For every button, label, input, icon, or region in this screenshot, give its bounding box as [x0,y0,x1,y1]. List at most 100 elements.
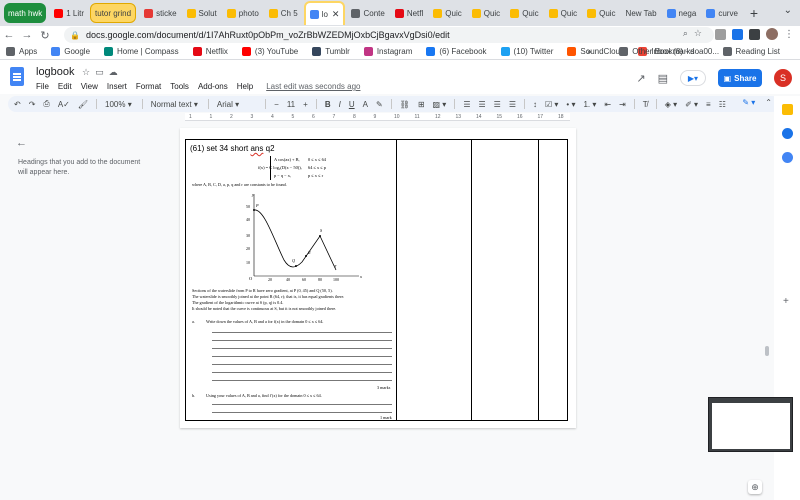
numbered-list-icon[interactable]: 1. ▾ [583,100,596,109]
calendar-icon[interactable] [782,152,793,163]
cloud-status-icon[interactable]: ☁ [109,67,123,77]
border-dash-icon[interactable]: ☷ [719,100,726,109]
back-icon[interactable]: ← [0,29,18,41]
share-button[interactable]: ▣ Share [718,69,762,87]
move-folder-icon[interactable]: ▭ [95,67,109,77]
table-column-divider[interactable] [396,140,397,420]
menu-addons[interactable]: Add-ons [198,82,228,91]
comment-icon[interactable]: ⊞ [418,100,425,109]
activity-trend-icon[interactable]: ↗ [636,72,645,85]
document-table[interactable]: (61) set 34 short ans q2 A cos(ax) + B, 0… [185,139,568,421]
reading-list[interactable]: Reading List [722,47,780,56]
menu-file[interactable]: File [36,82,49,91]
extension-icon[interactable] [715,28,726,40]
puzzle-icon[interactable] [749,28,760,40]
tab-group-label[interactable]: math hwk [4,3,47,23]
forward-icon[interactable]: → [18,29,36,41]
browser-tab[interactable]: curve [702,3,742,23]
align-right-icon[interactable]: ☰ [494,100,501,109]
browser-tab[interactable]: nega [663,3,701,23]
close-tab-icon[interactable]: ✕ [332,9,340,20]
browser-tab[interactable]: Quic [583,3,619,23]
cell-fill-icon[interactable]: ◈ ▾ [665,100,677,109]
profile-avatar[interactable] [766,28,778,40]
image-icon[interactable]: ▨ ▾ [433,100,447,109]
border-width-icon[interactable]: ≡ [706,100,711,109]
menu-format[interactable]: Format [136,82,161,91]
menu-tools[interactable]: Tools [170,82,189,91]
zoom-select[interactable]: 100% ▾ [105,100,132,109]
menu-view[interactable]: View [81,82,98,91]
bookmark-item[interactable]: Google [51,47,90,56]
line-spacing-icon[interactable]: ↕ [533,100,537,109]
meet-button[interactable]: ▶▾ [680,70,706,86]
underline-button[interactable]: U [349,100,355,109]
explore-button[interactable]: ⊕ [748,480,762,494]
font-size-decrease-icon[interactable]: − [274,100,279,109]
clear-formatting-icon[interactable]: T̸ [643,100,648,109]
browser-tab[interactable]: photo [223,3,263,23]
bookmark-item[interactable]: Tumblr [312,47,350,56]
tab-group-label[interactable]: tutor grind [90,3,137,23]
question-image[interactable]: A cos(ax) + B, 0 ≤ x ≤ 64 f(x) = C log₂(D… [192,156,394,420]
browser-tab[interactable]: Quic [506,3,542,23]
reload-icon[interactable]: ↻ [36,29,54,42]
more-vert-icon[interactable]: ⋮ [784,29,794,40]
document-title[interactable]: logbook [36,66,75,78]
bookmark-item[interactable]: Netflix [192,47,228,56]
comment-history-icon[interactable]: ▤ [658,72,668,85]
spellcheck-icon[interactable]: A✓ [58,100,70,109]
checklist-icon[interactable]: ☑ ▾ [545,100,558,109]
bookmarks-overflow[interactable]: » [587,47,591,56]
bookmark-star-icon[interactable]: ☆ [694,28,708,38]
browser-tab[interactable]: Ch 5 [265,3,302,23]
highlight-icon[interactable]: ✎ [376,100,383,109]
cell-title[interactable]: (61) set 34 short ans q2 [190,144,275,153]
menu-insert[interactable]: Insert [107,82,127,91]
bookmark-item[interactable]: Apps [6,47,37,56]
table-column-divider[interactable] [471,140,472,420]
table-column-divider[interactable] [538,140,539,420]
editing-mode-icon[interactable]: ✎ ▾ [742,98,755,107]
bookmark-item[interactable]: (3) YouTube [241,47,298,56]
bold-button[interactable]: B [325,100,331,109]
docs-logo-icon[interactable] [10,67,24,86]
browser-tab[interactable]: Conte [347,3,388,23]
tasks-icon[interactable] [782,128,793,139]
bookmark-item[interactable]: (6) Facebook [426,47,487,56]
font-size-increase-icon[interactable]: + [303,100,308,109]
undo-icon[interactable]: ↶ [14,100,21,109]
star-icon[interactable]: ☆ [82,67,95,77]
style-select[interactable]: Normal text ▾ [151,100,198,109]
browser-tab[interactable]: Netfl [391,3,427,23]
justify-icon[interactable]: ☰ [509,100,516,109]
paint-format-icon[interactable]: 🖌 [78,100,88,109]
font-select[interactable]: Arial ▾ [217,100,239,109]
close-outline-icon[interactable]: ← [16,137,27,149]
decrease-indent-icon[interactable]: ⇤ [604,100,611,109]
bookmark-item[interactable]: (10) Twitter [500,47,553,56]
get-addons-icon[interactable]: + [783,296,789,307]
browser-tab[interactable]: Quic [468,3,504,23]
lock-icon[interactable]: 🔒 [70,31,80,40]
redo-icon[interactable]: ↷ [29,100,36,109]
document-page[interactable]: (61) set 34 short ans q2 A cos(ax) + B, 0… [180,128,576,428]
browser-tab[interactable]: sticke [140,3,180,23]
print-icon[interactable]: ⎙ [43,99,49,109]
menu-edit[interactable]: Edit [58,82,72,91]
menu-help[interactable]: Help [237,82,253,91]
align-center-icon[interactable]: ☰ [478,100,485,109]
extension-icon[interactable] [732,28,743,40]
zoom-icon[interactable]: ⌕ [683,28,694,38]
browser-tab[interactable]: 1 Litr [50,3,88,23]
font-size-input[interactable]: 11 [287,100,295,109]
browser-tab[interactable]: Quic [545,3,581,23]
bookmark-item[interactable]: Home | Compass [104,47,179,56]
increase-indent-icon[interactable]: ⇥ [619,100,626,109]
vertical-scrollbar[interactable] [765,346,769,356]
italic-button[interactable]: I [339,100,341,109]
new-tab-icon[interactable]: + [750,5,758,21]
keep-icon[interactable] [782,104,793,115]
last-edit-link[interactable]: Last edit was seconds ago [266,82,360,91]
url-text[interactable]: docs.google.com/document/d/1I7AhRuxt0pOb… [86,30,450,40]
